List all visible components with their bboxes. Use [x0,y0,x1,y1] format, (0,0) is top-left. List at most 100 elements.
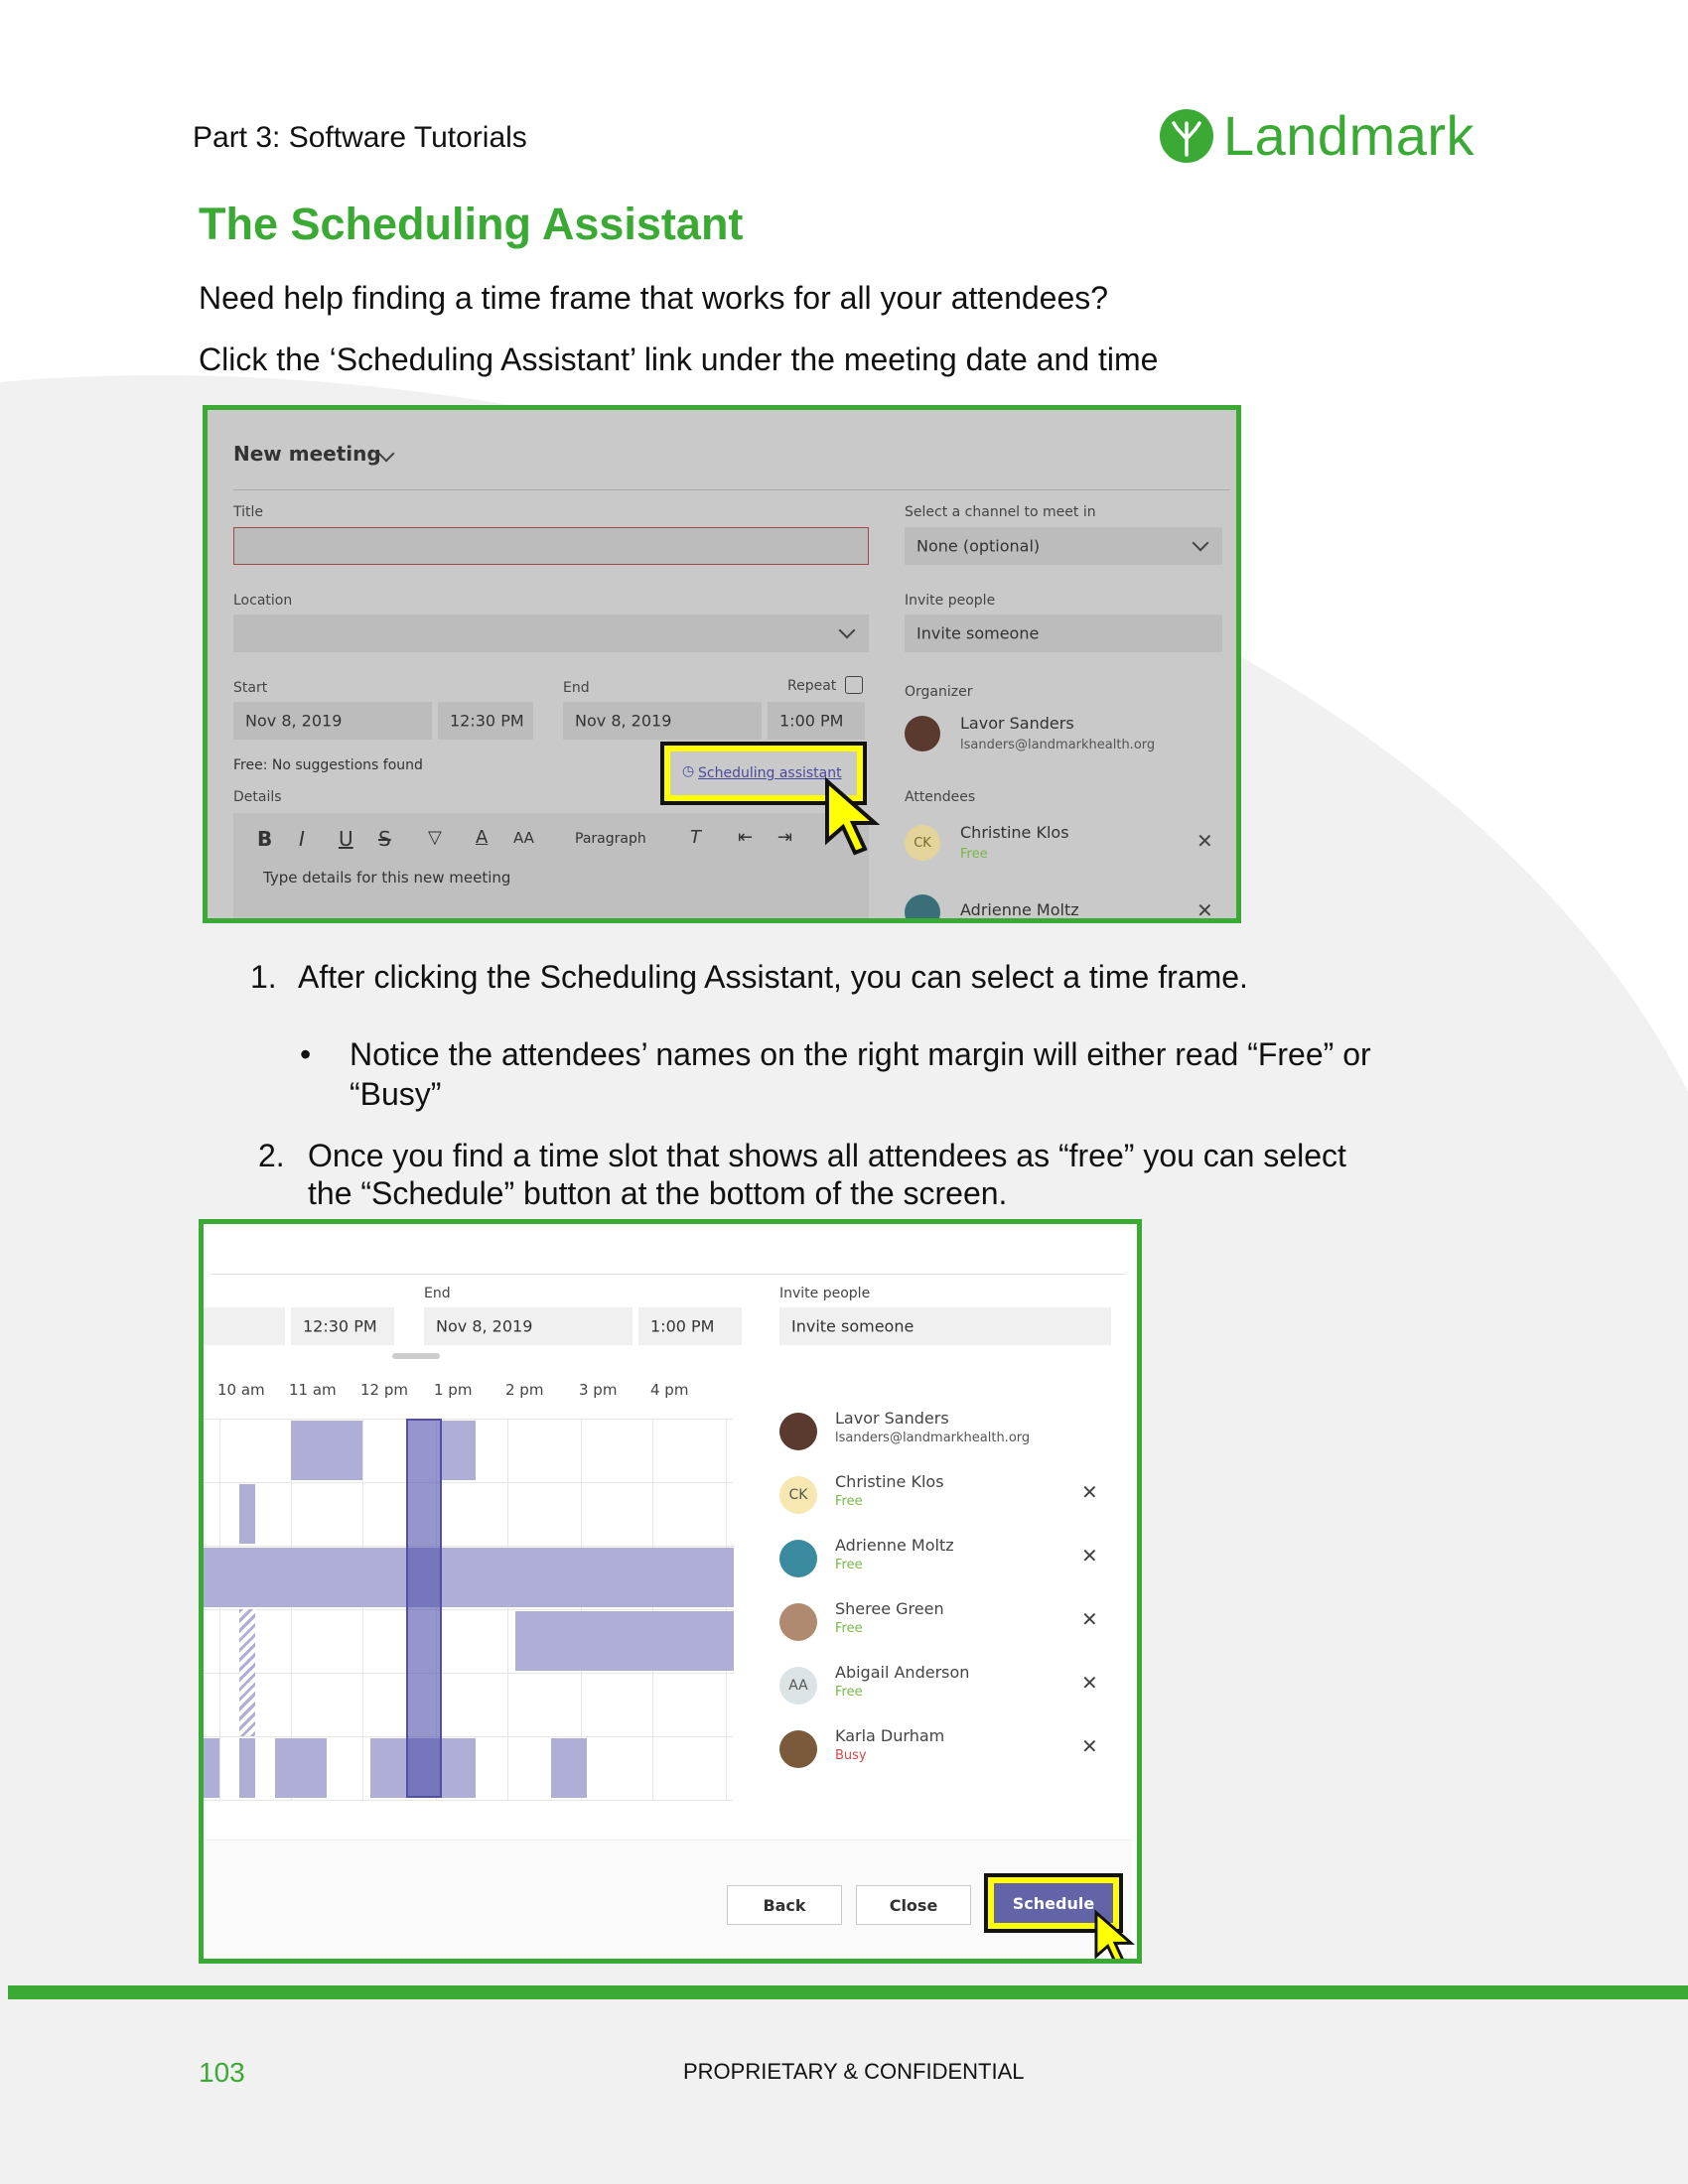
remove-attendee-icon[interactable]: ✕ [1081,1480,1098,1504]
step-1-number: 1. [250,959,277,995]
organizer-label: Organizer [905,684,973,700]
font-size-icon[interactable]: AA [513,829,534,847]
mouse-cursor-icon [825,777,881,856]
landmark-logo: Landmark [1160,103,1475,168]
invite-placeholder: Invite someone [791,1316,914,1336]
time-label: 10 am [217,1381,265,1399]
person-name: Lavor Sanders [835,1409,949,1428]
time-label: 2 pm [505,1381,544,1399]
person-status: Free [835,1685,863,1700]
start-time-field[interactable]: 12:30 PM [291,1307,394,1345]
remove-attendee-icon[interactable]: ✕ [1196,829,1213,853]
avatar: CK [779,1476,817,1514]
attendee-status: Free [960,847,988,862]
people-list: Lavor Sanders lsanders@landmarkhealth.org… [779,1409,1127,1810]
location-input[interactable] [233,614,869,652]
end-time-field[interactable]: 1:00 PM [768,702,865,740]
busy-block [440,1421,476,1480]
invite-people-input[interactable]: Invite someone [905,614,1222,652]
busy-block [239,1738,255,1798]
step-2-text: Once you find a time slot that shows all… [308,1138,1346,1173]
resize-handle[interactable] [392,1353,440,1359]
bullet-text: Notice the attendees’ names on the right… [350,1036,1371,1072]
end-label: End [563,680,590,696]
busy-block [204,1548,734,1607]
divider [233,489,1230,490]
details-editor[interactable]: B I U S ▽ A AA Paragraph T ⇤ ⇥ Type deta… [233,813,869,918]
busy-block [239,1484,255,1544]
step-1-text: After clicking the Scheduling Assistant,… [298,959,1248,995]
repeat-label: Repeat [787,678,837,694]
bold-icon[interactable]: B [257,827,272,851]
clear-format-icon[interactable]: T [690,827,701,848]
paragraph-dropdown[interactable]: Paragraph [575,831,646,847]
avatar: CK [905,825,940,861]
logo-text: Landmark [1223,104,1476,167]
title-input[interactable] [233,527,869,565]
organizer-name: Lavor Sanders [960,714,1074,733]
grid-line [204,1482,734,1483]
avatar [779,1413,817,1450]
back-button[interactable]: Back [727,1885,842,1925]
remove-attendee-icon[interactable]: ✕ [1081,1544,1098,1568]
grid-line [204,1800,734,1801]
scheduling-assistant-screenshot: End Invite people 12:30 PM Nov 8, 2019 1… [199,1219,1142,1964]
grid-line [204,1419,734,1420]
time-label: 4 pm [650,1381,689,1399]
remove-attendee-icon[interactable]: ✕ [1196,898,1213,918]
new-meeting-screenshot: New meeting Title Location Start End Rep… [203,405,1241,923]
tree-icon [1160,108,1213,163]
invite-people-label: Invite people [779,1286,871,1301]
remove-attendee-icon[interactable]: ✕ [1081,1734,1098,1758]
busy-block [275,1738,327,1798]
avatar [779,1540,817,1577]
time-label: 12 pm [360,1381,408,1399]
start-date-field[interactable] [204,1307,285,1345]
intro-line-2: Click the ‘Scheduling Assistant’ link un… [199,341,1159,377]
highlight-icon[interactable]: ▽ [428,827,442,848]
close-button[interactable]: Close [856,1885,971,1925]
divider [211,1274,1125,1275]
start-date-field[interactable]: Nov 8, 2019 [233,702,432,740]
chevron-down-icon [1192,534,1209,552]
details-label: Details [233,789,282,805]
timeline-grid[interactable]: 10 am 11 am 12 pm 1 pm 2 pm 3 pm 4 pm [204,1373,750,1801]
person-name: Adrienne Moltz [835,1536,954,1555]
invite-people-input[interactable]: Invite someone [779,1307,1111,1345]
avatar [779,1603,817,1641]
start-time-field[interactable]: 12:30 PM [438,702,533,740]
bullet-text-continued: “Busy” [350,1076,442,1112]
channel-select[interactable]: None (optional) [905,527,1222,565]
end-date-value: Nov 8, 2019 [575,711,672,731]
person-name: Christine Klos [835,1472,944,1491]
start-date-value: Nov 8, 2019 [245,711,343,731]
scheduling-assistant-link[interactable]: Scheduling assistant [698,765,842,781]
channel-value: None (optional) [916,536,1041,556]
outdent-icon[interactable]: ⇤ [738,827,753,848]
end-date-field[interactable]: Nov 8, 2019 [563,702,762,740]
intro-line-1: Need help finding a time frame that work… [199,280,1109,316]
remove-attendee-icon[interactable]: ✕ [1081,1671,1098,1695]
end-date-field[interactable]: Nov 8, 2019 [424,1307,633,1345]
footer-background [0,1999,1688,2184]
person-status: Free [835,1558,863,1572]
indent-icon[interactable]: ⇥ [777,827,792,848]
step-2-number: 2. [258,1138,285,1173]
end-time-field[interactable]: 1:00 PM [638,1307,742,1345]
channel-label: Select a channel to meet in [905,504,1096,520]
free-suggestions-text: Free: No suggestions found [233,757,423,773]
repeat-checkbox[interactable] [845,676,863,694]
new-meeting-heading: New meeting [233,442,381,466]
avatar: AA [779,1667,817,1705]
bullet-icon: • [300,1036,312,1072]
font-color-icon[interactable]: A [476,827,488,848]
underline-icon[interactable]: U [339,827,353,851]
selected-time-slot[interactable] [406,1419,442,1798]
italic-icon[interactable]: I [299,827,305,851]
strikethrough-icon[interactable]: S [378,827,391,851]
remove-attendee-icon[interactable]: ✕ [1081,1607,1098,1631]
busy-block [551,1738,587,1798]
busy-block [291,1421,362,1480]
end-date-value: Nov 8, 2019 [436,1316,533,1336]
grid-line [204,1609,734,1610]
